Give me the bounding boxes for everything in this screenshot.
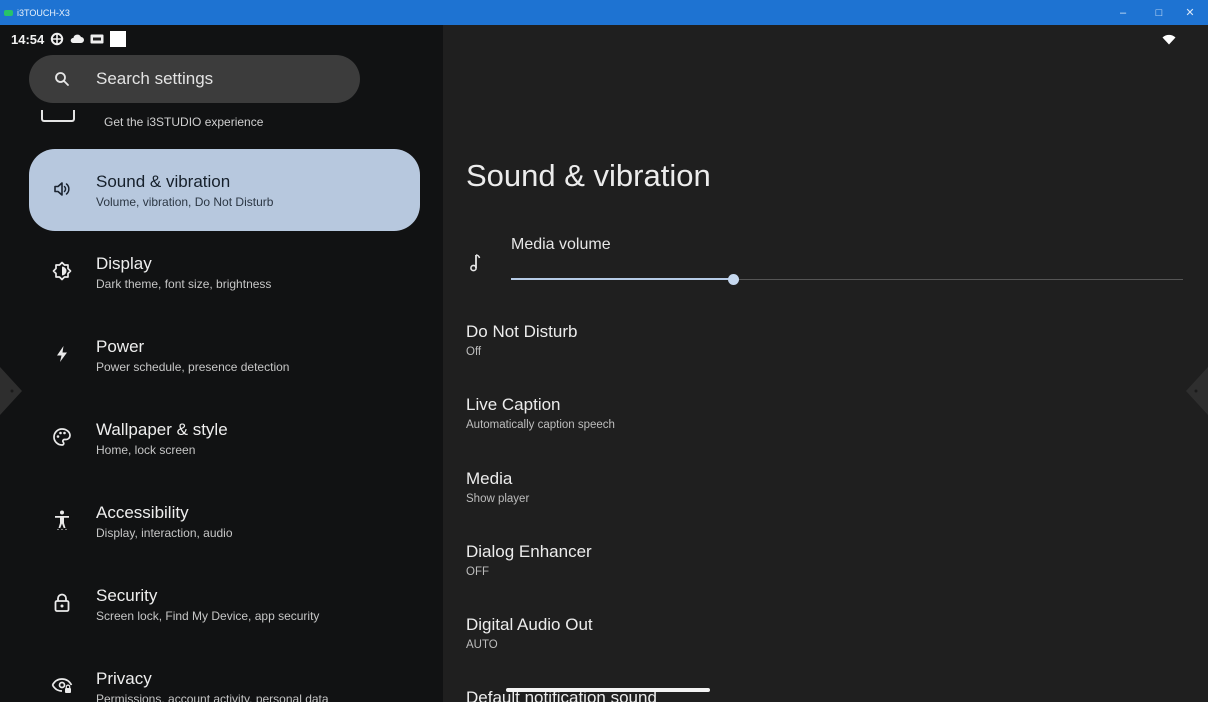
music-note-icon (468, 252, 484, 274)
setting-media[interactable]: Media Show player (466, 469, 1166, 505)
setting-live-caption[interactable]: Live Caption Automatically caption speec… (466, 395, 1166, 431)
minimize-button[interactable]: – (1111, 0, 1135, 25)
search-placeholder: Search settings (96, 69, 214, 88)
menu-item-title: Wallpaper & style (96, 420, 228, 439)
setting-value: AUTO (466, 639, 498, 651)
maximize-button[interactable]: □ (1147, 0, 1171, 25)
page-title: Sound & vibration (466, 158, 711, 193)
setting-value: Automatically caption speech (466, 419, 615, 431)
settings-cog-icon (50, 32, 64, 46)
menu-item-subtitle: Power schedule, presence detection (96, 360, 290, 374)
window-titlebar: i3TOUCH-X3 – □ ✕ (0, 0, 1208, 25)
menu-item-sound-vibration[interactable]: Sound & vibration Volume, vibration, Do … (29, 149, 420, 231)
menu-item-accessibility[interactable]: Accessibility Display, interaction, audi… (29, 480, 420, 562)
media-volume-label: Media volume (511, 236, 611, 253)
menu-item-i3studio[interactable]: Get the i3STUDIO experience (0, 110, 443, 140)
menu-item-title: Sound & vibration (96, 172, 231, 191)
setting-title: Dialog Enhancer (466, 542, 592, 561)
slider-fill (511, 278, 733, 280)
dvr-badge-icon (90, 34, 104, 44)
device-screen: 14:54 Search settings Get the i3STUDIO e… (0, 25, 1208, 702)
media-volume-slider[interactable] (511, 274, 1183, 286)
menu-item-title: Accessibility (96, 503, 189, 522)
clock: 14:54 (11, 31, 45, 47)
media-volume-setting: Media volume (443, 230, 1208, 300)
setting-value: Off (466, 346, 482, 358)
setting-value: OFF (466, 566, 489, 578)
menu-item-privacy[interactable]: Privacy Permissions, account activity, p… (29, 646, 420, 702)
close-button[interactable]: ✕ (1178, 0, 1202, 25)
setting-value: Show player (466, 493, 530, 505)
window-title: i3TOUCH-X3 (17, 7, 70, 18)
search-bar[interactable]: Search settings (29, 55, 360, 103)
menu-item-display[interactable]: Display Dark theme, font size, brightnes… (29, 231, 420, 313)
menu-item-title: Security (96, 586, 158, 605)
left-edge-handle[interactable] (0, 367, 24, 415)
menu-item-subtitle: Display, interaction, audio (96, 526, 233, 540)
menu-item-subtitle: Dark theme, font size, brightness (96, 277, 272, 291)
menu-item-subtitle: Volume, vibration, Do Not Disturb (96, 195, 274, 209)
wifi-icon (1162, 32, 1176, 50)
gesture-navigation-bar[interactable] (506, 688, 710, 692)
slider-thumb[interactable] (727, 274, 739, 285)
status-bar: 14:54 (11, 30, 127, 48)
menu-item-subtitle: Screen lock, Find My Device, app securit… (96, 609, 320, 623)
sound-vibration-detail-pane: Sound & vibration Media volume Do Not Di… (443, 25, 1208, 702)
setting-do-not-disturb[interactable]: Do Not Disturb Off (466, 322, 1166, 358)
menu-item-security[interactable]: Security Screen lock, Find My Device, ap… (29, 563, 420, 645)
menu-item-subtitle: Permissions, account activity, personal … (96, 692, 329, 702)
setting-dialog-enhancer[interactable]: Dialog Enhancer OFF (466, 542, 1166, 578)
app-icon (4, 9, 13, 16)
setting-title: Digital Audio Out (466, 615, 593, 634)
brightness-icon (51, 260, 73, 282)
speaker-icon (51, 178, 73, 200)
menu-item-title: Display (96, 254, 152, 273)
menu-item-wallpaper-style[interactable]: Wallpaper & style Home, lock screen (29, 397, 420, 479)
cloud-icon (70, 34, 85, 44)
menu-item-title: Privacy (96, 669, 152, 688)
setting-title: Live Caption (466, 395, 561, 414)
setting-title: Do Not Disturb (466, 322, 578, 341)
search-icon (53, 70, 71, 88)
settings-nav-pane: 14:54 Search settings Get the i3STUDIO e… (0, 25, 443, 702)
menu-item-title: Power (96, 337, 145, 356)
menu-item-subtitle: Home, lock screen (96, 443, 196, 457)
setting-title: Media (466, 469, 513, 488)
palette-icon (51, 426, 73, 448)
white-square-icon (110, 31, 127, 47)
bolt-icon (51, 343, 73, 365)
right-edge-handle[interactable] (1184, 367, 1208, 415)
menu-item-power[interactable]: Power Power schedule, presence detection (29, 314, 420, 396)
lock-icon (51, 592, 73, 614)
setting-digital-audio-out[interactable]: Digital Audio Out AUTO (466, 615, 1166, 651)
tablet-icon (41, 110, 75, 122)
privacy-eye-icon (51, 675, 73, 697)
menu-item-subtitle: Get the i3STUDIO experience (104, 115, 264, 129)
accessibility-icon (51, 509, 73, 531)
